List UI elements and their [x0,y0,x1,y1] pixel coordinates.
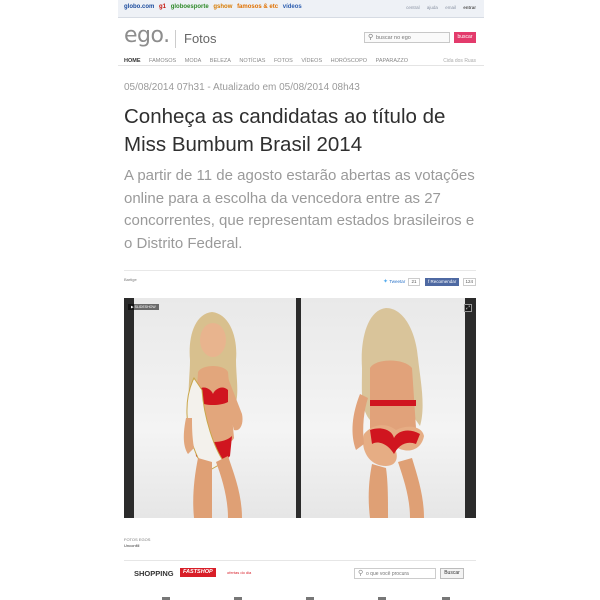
globo-top-bar: globo.com g1 globoesporte gshow famosos … [118,0,484,18]
expand-icon[interactable]: ⤢ [464,304,472,312]
twitter-bird-icon: ✦ [383,279,389,285]
ego-logo[interactable]: ego. [124,23,170,48]
tweet-count: 21 [408,278,420,286]
fastshop-logo[interactable]: FASTSHOP [180,568,216,577]
nav-item-videos[interactable]: VÍDEOS [301,58,322,64]
link-ajuda[interactable]: ajuda [427,5,438,10]
photo-source: Bartige [124,277,137,282]
tweet-button[interactable]: ✦ Tweetar 21 [383,278,420,286]
photo-slideshow[interactable]: ▶ SLIDESHOW ⤢ [124,298,476,518]
nav-item-home[interactable]: HOME [124,58,141,64]
nav-right-link[interactable]: Cida dos Ruas [443,58,476,64]
globo-links: globo.com g1 globoesporte gshow famosos … [124,4,305,10]
shopping-search-box: ⚲ [354,568,436,579]
nav-item-moda[interactable]: MODA [185,58,202,64]
link-entrar[interactable]: entrar [463,5,476,10]
shopping-search-button[interactable]: Buscar [440,568,464,579]
section-title: Fotos [184,31,217,46]
link-gshow[interactable]: gshow [213,4,232,10]
search-input[interactable] [376,34,448,42]
figure-back [352,308,424,518]
divider [124,270,476,271]
site-header: ego. Fotos ⚲ buscar [118,18,484,56]
nav-item-horoscopo[interactable]: HORÓSCOPO [331,58,367,64]
shopping-tag[interactable]: ofertas do dia [227,570,251,575]
main-nav: HOME FAMOSOS MODA BELEZA NOTÍCIAS FOTOS … [118,56,484,66]
link-famosos[interactable]: famosos & etc [237,4,278,10]
shopping-widget: SHOPPING FASTSHOP ofertas do dia ⚲ Busca… [124,560,476,600]
nav-item-famosos[interactable]: FAMOSOS [149,58,176,64]
link-globoesporte[interactable]: globoesporte [171,4,209,10]
link-central[interactable]: central [406,5,420,10]
search-icon: ⚲ [358,570,364,577]
slideshow-badge[interactable]: ▶ SLIDESHOW [128,304,159,310]
link-videos[interactable]: vídeos [283,4,302,10]
fb-label-text: Recomendar [430,279,457,284]
nav-item-fotos[interactable]: FOTOS [274,58,293,64]
nav-items: HOME FAMOSOS MODA BELEZA NOTÍCIAS FOTOS … [124,58,415,64]
article-headline: Conheça as candidatas ao título de Miss … [124,105,446,156]
search-button[interactable]: buscar [454,32,476,43]
contestant-photo [183,308,424,518]
header-divider [175,30,176,48]
slideshow-label: SLIDESHOW [134,305,156,309]
figure-front [183,312,243,518]
search-box: ⚲ [364,32,450,43]
photo-credit: FOTOS EGOS Unconfill [124,537,150,549]
shopping-label: SHOPPING [134,569,174,578]
tweet-label: Tweetar [389,279,406,284]
article-lead: A partir de 11 de agosto estarão abertas… [124,167,475,252]
article-dateline: 05/08/2014 07h31 - Atualizado em 05/08/2… [124,82,360,93]
globo-user-links: central ajuda email entrar [400,5,476,10]
nav-item-noticias[interactable]: NOTÍCIAS [239,58,265,64]
search-icon: ⚲ [368,34,374,41]
page: globo.com g1 globoesporte gshow famosos … [118,0,484,600]
photo-credit-name: Unconfill [124,543,140,548]
link-g1[interactable]: g1 [159,4,166,10]
link-globo[interactable]: globo.com [124,4,154,10]
facebook-recommend-button[interactable]: f Recomendar 124 [425,278,477,286]
facebook-recommend-label: f Recomendar [425,278,460,286]
link-email[interactable]: email [445,5,456,10]
nav-item-paparazzo[interactable]: PAPARAZZO [376,58,409,64]
fb-count: 124 [462,278,477,286]
nav-item-beleza[interactable]: BELEZA [210,58,231,64]
shopping-search-input[interactable] [366,570,434,578]
